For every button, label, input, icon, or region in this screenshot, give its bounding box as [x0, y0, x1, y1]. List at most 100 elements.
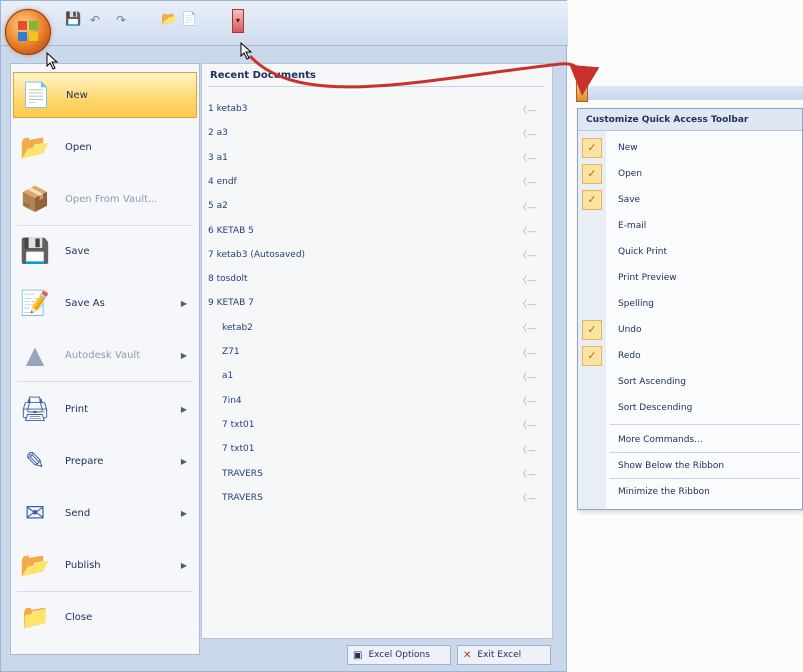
quick-access-toolbar-option[interactable]: E-mail [578, 213, 802, 239]
pin-icon[interactable]: 〈— [518, 103, 536, 116]
office-menu-item[interactable]: 📝 Save As ▶ [13, 280, 197, 326]
recent-document-label: 9 KETAB 7 [208, 298, 254, 309]
recent-document-item[interactable]: 1 ketab3 〈— [208, 98, 548, 120]
quick-access-toolbar-option-label: New [618, 143, 638, 153]
recent-document-item[interactable]: 6 KETAB 5 〈— [208, 220, 548, 242]
recent-document-item[interactable]: 7 txt01 〈— [208, 438, 548, 460]
recent-document-item[interactable]: 7 ketab3 (Autosaved) 〈— [208, 244, 548, 266]
quick-access-toolbar-option[interactable]: ✓ Redo [578, 343, 802, 369]
new-document-icon: 📄 [21, 81, 51, 109]
pin-icon[interactable]: 〈— [518, 224, 536, 237]
pin-icon[interactable]: 〈— [518, 321, 536, 334]
mouse-cursor-icon [240, 42, 253, 60]
quick-access-toolbar-option[interactable]: ✓ Save [578, 187, 802, 213]
recent-document-label: Z71 [222, 347, 240, 357]
new-icon[interactable]: 📄 [181, 12, 197, 28]
customize-quick-access-toolbar-arrow[interactable]: ▾ [576, 82, 588, 102]
submenu-arrow-icon: ▶ [180, 560, 187, 570]
recent-document-item[interactable]: 3 a1 〈— [208, 147, 548, 169]
excel-options-label: Excel Options [368, 650, 430, 660]
recent-document-item[interactable]: 4 endf 〈— [208, 171, 548, 193]
submenu-arrow-icon: ▶ [180, 508, 187, 518]
office-menu-item-label: Print [65, 403, 89, 415]
office-menu-item[interactable]: ▲ Autodesk Vault ▶ [13, 332, 197, 378]
quick-access-toolbar-option-label: Save [618, 195, 641, 205]
office-menu-item[interactable]: 📦 Open From Vault... [13, 176, 197, 222]
pin-icon[interactable]: 〈— [518, 443, 536, 456]
office-menu-item[interactable]: 🖨 Print ▶ [13, 386, 197, 432]
recent-document-label: 5 a2 [208, 201, 228, 212]
customize-quick-access-toolbar-button[interactable]: ▾ [232, 9, 244, 33]
customize-menu-command[interactable]: Show Below the Ribbon [578, 453, 802, 479]
recent-document-item[interactable]: 9 KETAB 7 〈— [208, 292, 548, 314]
customize-menu-command[interactable]: More Commands... [578, 427, 802, 453]
office-menu-item[interactable]: 📁 Close [13, 594, 197, 640]
divider [610, 424, 800, 425]
redo-icon[interactable]: ↷ [113, 12, 129, 28]
excel-options-button[interactable]: ▣ Excel Options [347, 645, 451, 665]
office-menu-footer: ▣ Excel Options ✕ Exit Excel [201, 639, 553, 669]
office-menu-item[interactable]: 📂 Publish ▶ [13, 542, 197, 588]
quick-access-toolbar-option[interactable]: Print Preview [578, 265, 802, 291]
submenu-arrow-icon: ▶ [180, 456, 187, 466]
pin-icon[interactable]: 〈— [518, 175, 536, 188]
recent-document-label: TRAVERS [222, 492, 263, 503]
checkmark-icon: ✓ [582, 190, 602, 210]
office-menu-item[interactable]: 📄 New [13, 72, 197, 118]
quick-access-toolbar-option[interactable]: ✓ Undo [578, 317, 802, 343]
save-icon[interactable]: 💾 [65, 12, 81, 28]
undo-icon[interactable]: ↶ [87, 12, 103, 28]
pin-icon[interactable]: 〈— [518, 346, 536, 359]
pin-icon[interactable]: 〈— [518, 418, 536, 431]
quick-access-toolbar-option[interactable]: ✓ Open [578, 161, 802, 187]
customize-menu-command[interactable]: Minimize the Ribbon [578, 479, 802, 505]
save-as-icon: 📝 [20, 289, 50, 317]
pin-icon[interactable]: 〈— [518, 151, 536, 164]
quick-access-toolbar-option[interactable]: Sort Descending [578, 395, 802, 421]
office-menu-item-label: Autodesk Vault [65, 349, 141, 361]
mouse-cursor-icon [46, 52, 59, 70]
recent-document-item[interactable]: 7in4 〈— [208, 390, 548, 412]
quick-access-toolbar-option[interactable]: Quick Print [578, 239, 802, 265]
recent-document-item[interactable]: TRAVERS 〈— [208, 463, 548, 485]
recent-document-item[interactable]: a1 〈— [208, 365, 548, 387]
quick-access-toolbar-option-label: Print Preview [618, 273, 677, 283]
office-menu-item[interactable]: 📂 Open [13, 124, 197, 170]
pin-icon[interactable]: 〈— [518, 370, 536, 383]
recent-document-item[interactable]: 8 tosdolt 〈— [208, 268, 548, 290]
quick-access-toolbar-option[interactable]: Sort Ascending [578, 369, 802, 395]
options-icon: ▣ [353, 649, 363, 661]
customize-quick-access-toolbar-menu: Customize Quick Access Toolbar ✓ New ✓ Open… [577, 108, 803, 510]
pin-icon[interactable]: 〈— [518, 127, 536, 140]
pin-icon[interactable]: 〈— [518, 467, 536, 480]
pin-icon[interactable]: 〈— [518, 248, 536, 261]
exit-excel-button[interactable]: ✕ Exit Excel [457, 645, 551, 665]
customize-menu-command-label: More Commands... [618, 435, 703, 445]
recent-document-item[interactable]: 5 a2 〈— [208, 195, 548, 217]
recent-document-item[interactable]: 7 txt01 〈— [208, 414, 548, 436]
recent-document-item[interactable]: 2 a3 〈— [208, 122, 548, 144]
submenu-arrow-icon: ▶ [180, 404, 187, 414]
recent-document-label: ketab2 [222, 322, 253, 333]
publish-icon: 📂 [20, 551, 50, 579]
office-menu-item[interactable]: 💾 Save [13, 228, 197, 274]
recent-document-item[interactable]: Z71 〈— [208, 341, 548, 363]
close-folder-icon: 📁 [20, 603, 50, 631]
recent-document-item[interactable]: ketab2 〈— [208, 317, 548, 339]
office-button[interactable] [5, 9, 51, 55]
checkmark-icon: ✓ [582, 320, 602, 340]
pin-icon[interactable]: 〈— [518, 491, 536, 504]
recent-document-item[interactable]: TRAVERS 〈— [208, 487, 548, 509]
exit-excel-label: Exit Excel [477, 650, 522, 660]
quick-access-toolbar-option[interactable]: Spelling [578, 291, 802, 317]
office-menu-item[interactable]: ✎ Prepare ▶ [13, 438, 197, 484]
office-menu-item[interactable]: ✉ Send ▶ [13, 490, 197, 536]
pin-icon[interactable]: 〈— [518, 394, 536, 407]
open-icon[interactable]: 📂 [161, 12, 177, 28]
quick-access-toolbar-option-label: Spelling [618, 299, 654, 309]
pin-icon[interactable]: 〈— [518, 297, 536, 310]
pin-icon[interactable]: 〈— [518, 273, 536, 286]
quick-access-toolbar-option[interactable]: ✓ New [578, 135, 802, 161]
pin-icon[interactable]: 〈— [518, 200, 536, 213]
submenu-arrow-icon: ▶ [180, 350, 187, 360]
